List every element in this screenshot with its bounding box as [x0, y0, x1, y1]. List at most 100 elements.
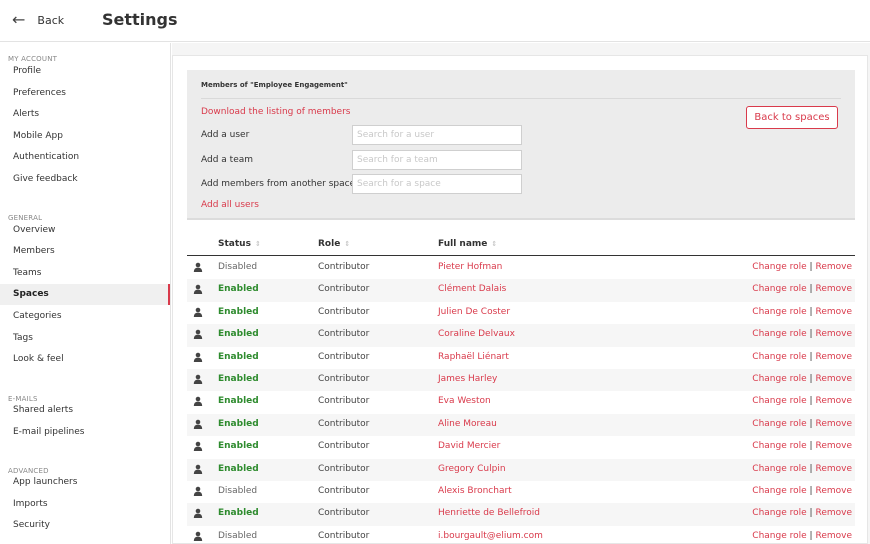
- page-title: Settings: [102, 10, 178, 29]
- change-role-link[interactable]: Change role: [752, 352, 806, 362]
- remove-link[interactable]: Remove: [815, 441, 852, 451]
- main-content: Members of "Employee Engagement" Downloa…: [172, 43, 870, 544]
- role-cell: Contributor: [318, 530, 370, 541]
- column-full-name[interactable]: Full name ⇕: [438, 239, 497, 249]
- change-role-link[interactable]: Change role: [752, 374, 806, 384]
- status-cell: Enabled: [218, 284, 259, 295]
- change-role-link[interactable]: Change role: [752, 441, 806, 451]
- role-cell: Contributor: [318, 306, 370, 317]
- sidebar-item-mobile-app[interactable]: Mobile App: [0, 126, 170, 147]
- remove-link[interactable]: Remove: [815, 307, 852, 317]
- add-all-users-link[interactable]: Add all users: [201, 200, 259, 210]
- member-name-link[interactable]: Raphaël Liénart: [438, 352, 509, 362]
- role-cell: Contributor: [318, 396, 370, 407]
- status-cell: Enabled: [218, 329, 259, 340]
- sidebar-item-preferences[interactable]: Preferences: [0, 83, 170, 104]
- status-cell: Enabled: [218, 373, 259, 384]
- change-role-link[interactable]: Change role: [752, 396, 806, 406]
- status-cell: Disabled: [218, 485, 258, 496]
- sidebar: MY ACCOUNT Profile Preferences Alerts Mobile…: [0, 43, 171, 544]
- sidebar-item-alerts[interactable]: Alerts: [0, 104, 170, 125]
- role-cell: Contributor: [318, 441, 370, 452]
- person-icon: [193, 262, 203, 272]
- person-icon: [193, 464, 203, 474]
- table-row: Enabled Contributor Gregory Culpin Change r…: [187, 458, 855, 481]
- member-name-link[interactable]: Aline Moreau: [438, 419, 497, 429]
- member-name-link[interactable]: David Mercier: [438, 441, 500, 451]
- change-role-link[interactable]: Change role: [752, 307, 806, 317]
- member-name-link[interactable]: Gregory Culpin: [438, 464, 506, 474]
- status-cell: Enabled: [218, 441, 259, 452]
- change-role-link[interactable]: Change role: [752, 531, 806, 541]
- sidebar-item-authentication[interactable]: Authentication: [0, 147, 170, 168]
- table-row: Enabled Contributor Aline Moreau Change rol…: [187, 413, 855, 437]
- sidebar-item-give-feedback[interactable]: Give feedback: [0, 169, 170, 190]
- role-cell: Contributor: [318, 262, 370, 272]
- sidebar-item-tags[interactable]: Tags: [0, 328, 170, 349]
- remove-link[interactable]: Remove: [815, 531, 852, 541]
- members-table: Disabled Contributor Pieter Hofman Change r…: [187, 257, 855, 544]
- sidebar-item-imports[interactable]: Imports: [0, 494, 170, 515]
- change-role-link[interactable]: Change role: [752, 464, 806, 474]
- action-separator: |: [809, 441, 813, 452]
- remove-link[interactable]: Remove: [815, 262, 852, 272]
- sidebar-item-look-and-feel[interactable]: Look & feel: [0, 349, 170, 370]
- remove-link[interactable]: Remove: [815, 486, 852, 496]
- remove-link[interactable]: Remove: [815, 374, 852, 384]
- remove-link[interactable]: Remove: [815, 508, 852, 518]
- download-members-link[interactable]: Download the listing of members: [201, 107, 350, 117]
- change-role-link[interactable]: Change role: [752, 329, 806, 339]
- sidebar-item-profile[interactable]: Profile: [0, 61, 170, 82]
- sidebar-item-spaces[interactable]: Spaces: [0, 284, 170, 305]
- back-to-spaces-button[interactable]: Back to spaces: [746, 106, 838, 129]
- sidebar-item-teams[interactable]: Teams: [0, 263, 170, 284]
- member-name-link[interactable]: Alexis Bronchart: [438, 486, 512, 496]
- status-cell: Enabled: [218, 418, 259, 429]
- status-cell: Enabled: [218, 351, 259, 362]
- add-team-input[interactable]: [352, 150, 522, 170]
- sidebar-item-app-launchers[interactable]: App launchers: [0, 472, 170, 493]
- remove-link[interactable]: Remove: [815, 352, 852, 362]
- sidebar-item-overview[interactable]: Overview: [0, 220, 170, 241]
- member-name-link[interactable]: Henriette de Bellefroid: [438, 508, 540, 518]
- back-button[interactable]: ← Back: [12, 12, 64, 28]
- remove-link[interactable]: Remove: [815, 329, 852, 339]
- add-space-label: Add members from another space: [201, 179, 356, 189]
- table-row: Disabled Contributor Alexis Bronchart Chang…: [187, 481, 855, 503]
- role-cell: Contributor: [318, 418, 370, 429]
- member-name-link[interactable]: James Harley: [438, 374, 497, 384]
- remove-link[interactable]: Remove: [815, 464, 852, 474]
- add-space-input[interactable]: [352, 174, 522, 194]
- change-role-link[interactable]: Change role: [752, 486, 806, 496]
- remove-link[interactable]: Remove: [815, 419, 852, 429]
- table-row: Disabled Contributor Pieter Hofman Change r…: [187, 257, 855, 279]
- row-actions: Change role | Remove: [752, 374, 852, 384]
- member-name-link[interactable]: Pieter Hofman: [438, 262, 502, 272]
- add-user-input[interactable]: [352, 125, 522, 145]
- back-label: Back: [37, 13, 65, 27]
- sidebar-item-security[interactable]: Security: [0, 515, 170, 536]
- table-row: Enabled Contributor Eva Weston Change role …: [187, 391, 855, 413]
- row-actions: Change role | Remove: [752, 284, 852, 294]
- status-cell: Enabled: [218, 306, 259, 317]
- table-row: Enabled Contributor David Mercier Change ro…: [187, 436, 855, 458]
- remove-link[interactable]: Remove: [815, 396, 852, 406]
- sidebar-item-e-mail-pipelines[interactable]: E-mail pipelines: [0, 422, 170, 443]
- change-role-link[interactable]: Change role: [752, 508, 806, 518]
- member-name-link[interactable]: Eva Weston: [438, 396, 491, 406]
- member-name-link[interactable]: i.bourgault@elium.com: [438, 531, 543, 541]
- column-role[interactable]: Role ⇕: [318, 239, 350, 249]
- change-role-link[interactable]: Change role: [752, 284, 806, 294]
- sidebar-item-members[interactable]: Members: [0, 241, 170, 262]
- table-row: Enabled Contributor James Harley Change rol…: [187, 368, 855, 392]
- sidebar-item-categories[interactable]: Categories: [0, 306, 170, 327]
- sidebar-item-shared-alerts[interactable]: Shared alerts: [0, 400, 170, 421]
- column-status[interactable]: Status ⇕: [218, 239, 261, 249]
- change-role-link[interactable]: Change role: [752, 262, 806, 272]
- member-name-link[interactable]: Julien De Coster: [438, 307, 510, 317]
- member-name-link[interactable]: Clément Dalais: [438, 284, 506, 294]
- row-actions: Change role | Remove: [752, 262, 852, 272]
- remove-link[interactable]: Remove: [815, 284, 852, 294]
- change-role-link[interactable]: Change role: [752, 419, 806, 429]
- member-name-link[interactable]: Coraline Delvaux: [438, 329, 515, 339]
